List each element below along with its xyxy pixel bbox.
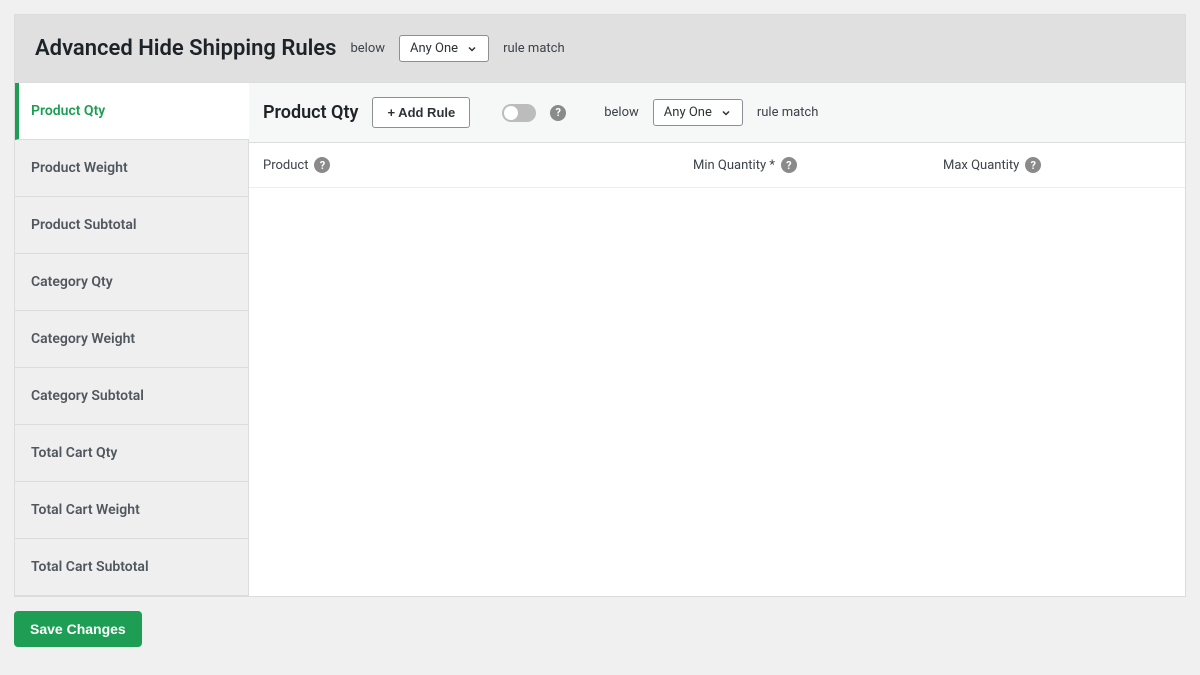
sidebar-item-total-cart-weight[interactable]: Total Cart Weight [15, 482, 249, 539]
column-min-qty-label: Min Quantity * [693, 158, 775, 173]
footer: Save Changes [14, 597, 1186, 661]
help-icon[interactable]: ? [1025, 157, 1041, 173]
chevron-down-icon [466, 43, 478, 55]
rules-columns-header: Product ? Min Quantity * ? Max Quantity … [249, 143, 1185, 188]
content-header: Product Qty + Add Rule ? below Any One r… [249, 83, 1185, 143]
column-max-qty-label: Max Quantity [943, 158, 1019, 173]
sidebar-item-product-subtotal[interactable]: Product Subtotal [15, 197, 249, 254]
page-header: Advanced Hide Shipping Rules below Any O… [15, 15, 1185, 83]
sidebar-item-product-qty[interactable]: Product Qty [15, 83, 249, 140]
sidebar-item-total-cart-subtotal[interactable]: Total Cart Subtotal [15, 539, 249, 596]
rules-empty-body [249, 188, 1185, 568]
header-rule-match-label: rule match [503, 41, 565, 56]
column-max-qty: Max Quantity ? [943, 157, 1113, 173]
header-ruletype-value: Any One [410, 41, 458, 56]
column-product: Product ? [263, 157, 633, 173]
sidebar-item-product-weight[interactable]: Product Weight [15, 140, 249, 197]
header-below-label: below [350, 41, 385, 56]
help-icon[interactable]: ? [781, 157, 797, 173]
header-ruletype-select[interactable]: Any One [399, 35, 489, 62]
column-product-label: Product [263, 158, 308, 173]
sidebar-item-category-weight[interactable]: Category Weight [15, 311, 249, 368]
sidebar-item-category-subtotal[interactable]: Category Subtotal [15, 368, 249, 425]
save-changes-button[interactable]: Save Changes [14, 611, 142, 647]
rule-toggle[interactable] [502, 104, 536, 122]
column-min-qty: Min Quantity * ? [693, 157, 883, 173]
content-title: Product Qty [263, 102, 358, 123]
help-icon[interactable]: ? [314, 157, 330, 173]
rules-content: Product Qty + Add Rule ? below Any One r… [249, 83, 1185, 596]
sidebar-item-total-cart-qty[interactable]: Total Cart Qty [15, 425, 249, 482]
add-rule-button[interactable]: + Add Rule [372, 97, 470, 128]
chevron-down-icon [720, 107, 732, 119]
help-icon[interactable]: ? [550, 105, 566, 121]
sidebar-item-category-qty[interactable]: Category Qty [15, 254, 249, 311]
content-ruletype-value: Any One [664, 105, 712, 120]
rules-sidebar: Product QtyProduct WeightProduct Subtota… [15, 83, 249, 596]
content-below-label: below [604, 105, 639, 120]
content-rule-match-label: rule match [757, 105, 819, 120]
content-ruletype-select[interactable]: Any One [653, 99, 743, 126]
page-title: Advanced Hide Shipping Rules [35, 36, 336, 61]
